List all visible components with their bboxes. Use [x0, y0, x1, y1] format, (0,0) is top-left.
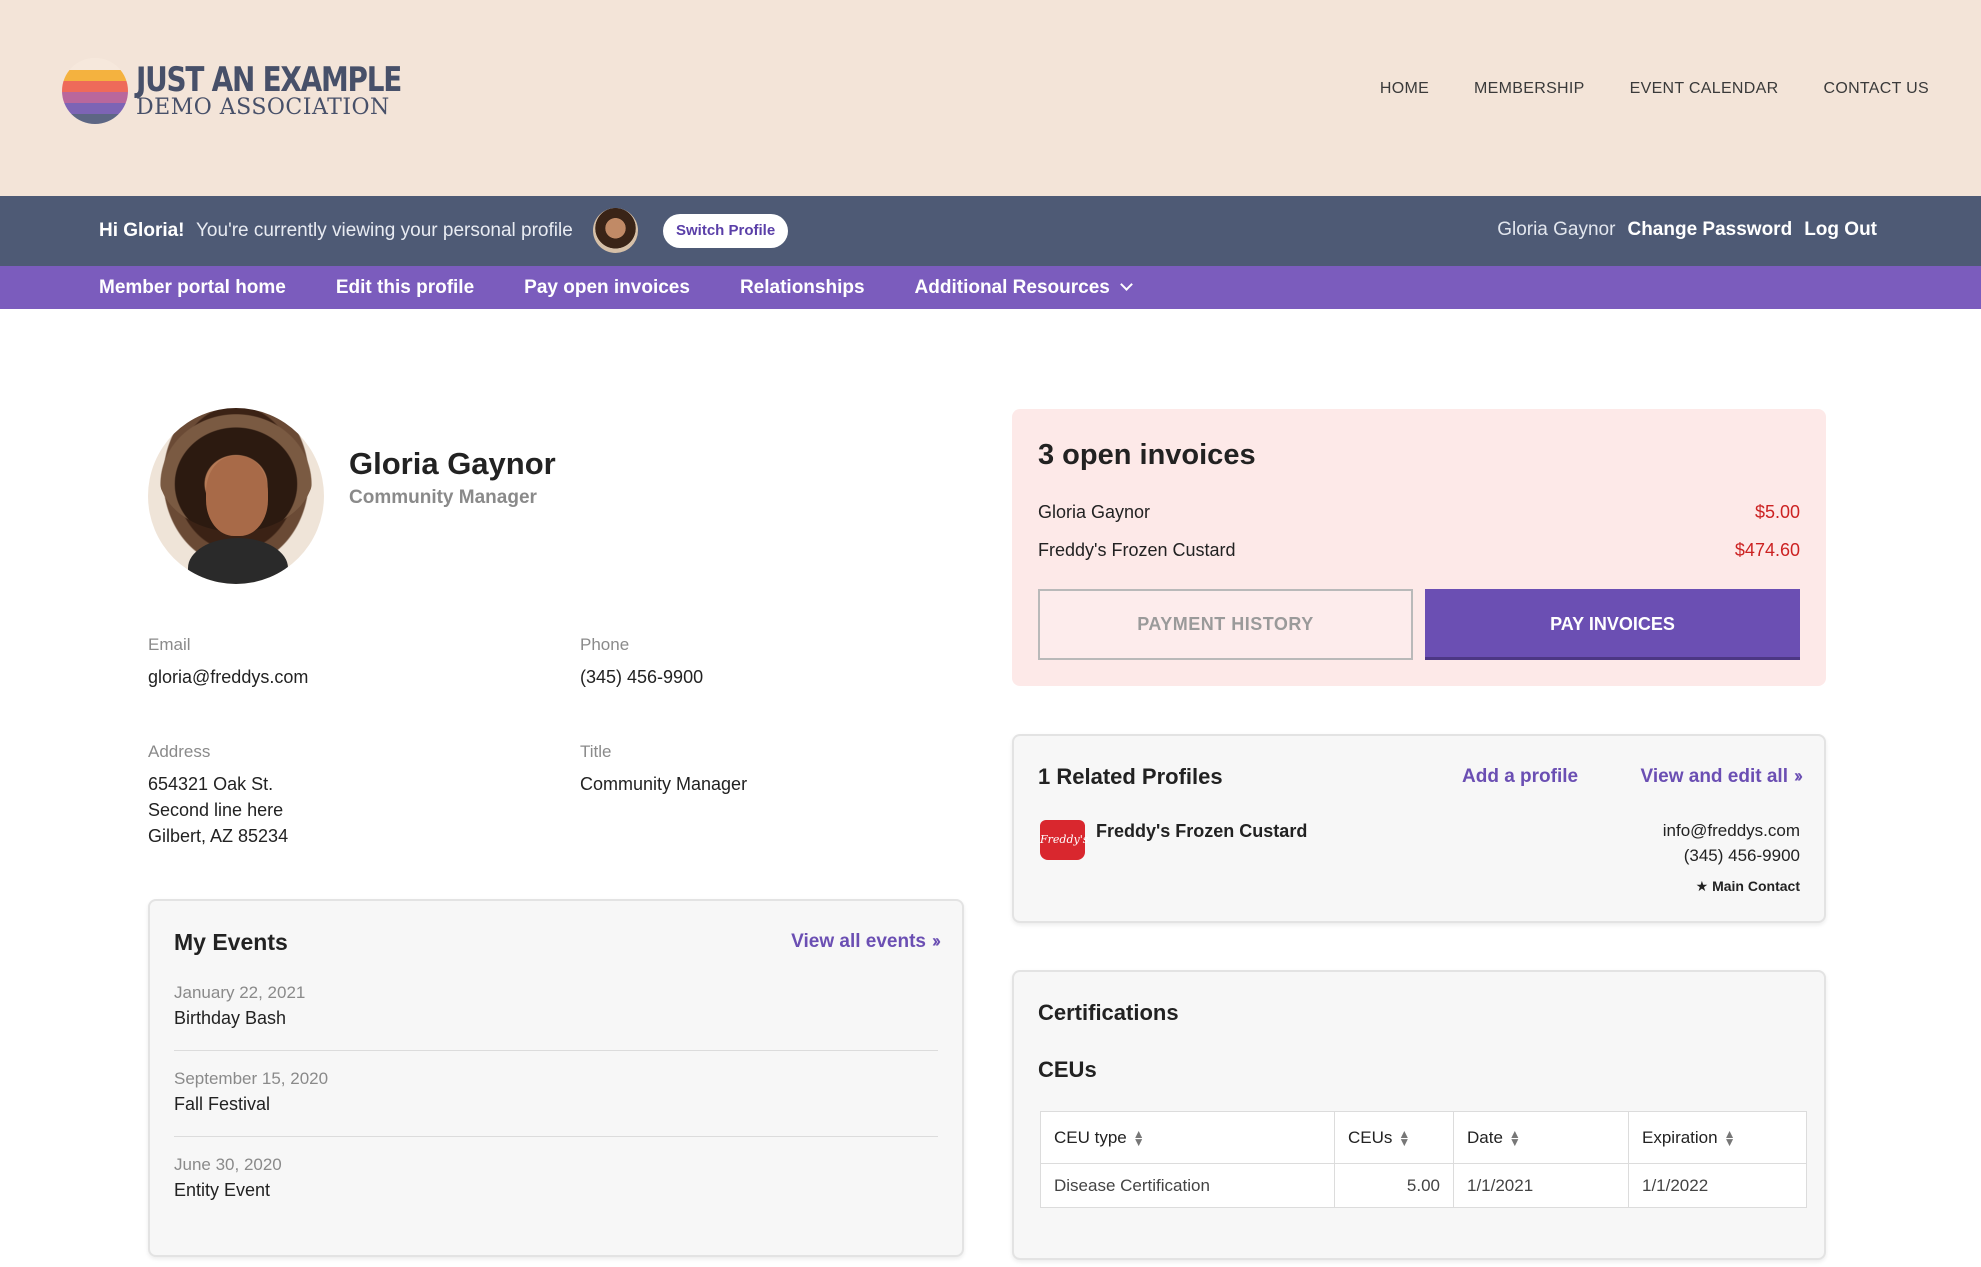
divider — [174, 1050, 938, 1051]
logo-sunset-icon — [62, 58, 128, 124]
member-nav: Member portal home Edit this profile Pay… — [0, 266, 1981, 309]
certifications-card: Certifications CEUs CEU type ▲ ▼ CEUs ▲ ▼ Da… — [1012, 970, 1826, 1260]
site-logo[interactable]: JUST AN EXAMPLE DEMO ASSOCIATION — [62, 58, 459, 124]
invoice-amount: $5.00 — [1754, 502, 1800, 522]
phone-value: (345) 456-9900 — [580, 667, 704, 687]
sort-icon: ▲ ▼ — [1398, 1127, 1411, 1150]
divider — [174, 1136, 938, 1137]
column-label: Expiration — [1642, 1127, 1718, 1147]
column-label: Date — [1467, 1127, 1503, 1147]
column-header-ceus[interactable]: CEUs ▲ ▼ — [1334, 1111, 1454, 1164]
sort-icon: ▲ ▼ — [1508, 1127, 1521, 1150]
invoice-row: Freddy's Frozen Custard $474.60 — [1038, 540, 1800, 561]
email-label: Email — [148, 635, 191, 654]
related-profiles-card: 1 Related Profiles Add a profile View an… — [1012, 734, 1826, 923]
related-org-phone: (345) 456-9900 — [1683, 846, 1800, 865]
event-name[interactable]: Fall Festival — [174, 1094, 270, 1115]
invoice-amount: $474.60 — [1734, 540, 1800, 560]
phone-label: Phone — [580, 635, 630, 654]
invoice-row: Gloria Gaynor $5.00 — [1038, 502, 1800, 523]
view-all-events-label: View all events — [791, 931, 926, 952]
address-line-1: 654321 Oak St. — [148, 774, 274, 794]
ceu-table: CEU type ▲ ▼ CEUs ▲ ▼ Date ▲ ▼ Expiration ▲ ▼ Di… — [1040, 1111, 1807, 1208]
nav-pay-open-invoices[interactable]: Pay open invoices — [524, 277, 690, 299]
column-label: CEUs — [1348, 1127, 1393, 1147]
account-user-name: Gloria Gaynor — [1497, 219, 1616, 240]
pay-invoices-button[interactable]: PAY INVOICES — [1425, 589, 1800, 660]
main-contact-badge: ★ Main Contact — [1695, 878, 1800, 894]
view-all-events-link[interactable]: View all events ›› — [791, 931, 941, 953]
avatar — [593, 208, 638, 253]
event-date: September 15, 2020 — [174, 1069, 329, 1088]
nav-membership[interactable]: MEMBERSHIP — [1474, 80, 1585, 98]
open-invoices-card: 3 open invoices Gloria Gaynor $5.00 Fred… — [1012, 409, 1826, 686]
nav-additional-resources-label: Additional Resources — [914, 276, 1110, 298]
view-edit-all-label: View and edit all — [1640, 766, 1788, 787]
double-chevron-right-icon: ›› — [1794, 766, 1803, 786]
sort-icon: ▲ ▼ — [1723, 1127, 1736, 1150]
double-chevron-right-icon: ›› — [932, 931, 941, 951]
event-date: June 30, 2020 — [174, 1155, 282, 1174]
cell-date: 1/1/2021 — [1453, 1163, 1629, 1208]
site-header: JUST AN EXAMPLE DEMO ASSOCIATION HOME ME… — [0, 0, 1981, 196]
nav-relationships[interactable]: Relationships — [740, 277, 865, 299]
nav-event-calendar[interactable]: EVENT CALENDAR — [1630, 80, 1779, 98]
view-edit-all-link[interactable]: View and edit all ›› — [1640, 766, 1803, 788]
sort-icon: ▲ ▼ — [1132, 1127, 1145, 1150]
address-label: Address — [148, 742, 211, 761]
invoice-name: Gloria Gaynor — [1038, 502, 1151, 522]
payment-history-button[interactable]: PAYMENT HISTORY — [1038, 589, 1413, 660]
column-header-expiration[interactable]: Expiration ▲ ▼ — [1628, 1111, 1807, 1164]
profile-title: Community Manager — [349, 487, 537, 508]
column-header-date[interactable]: Date ▲ ▼ — [1453, 1111, 1629, 1164]
organization-logo: Freddy's — [1040, 820, 1088, 860]
account-bar: Hi Gloria! You're currently viewing your… — [0, 196, 1981, 266]
title-label: Title — [580, 742, 612, 761]
ceus-subheading: CEUs — [1038, 1057, 1097, 1082]
greeting-text: Hi Gloria! — [99, 220, 185, 241]
related-profiles-heading: 1 Related Profiles — [1038, 764, 1223, 789]
email-value: gloria@freddys.com — [148, 667, 309, 687]
cell-ceus: 5.00 — [1334, 1163, 1454, 1208]
logo-subtitle: DEMO ASSOCIATION — [136, 95, 390, 120]
logo-title: JUST AN EXAMPLE — [136, 60, 402, 100]
cell-ceu-type: Disease Certification — [1040, 1163, 1335, 1208]
table-row: Disease Certification 5.00 1/1/2021 1/1/… — [1040, 1163, 1807, 1208]
viewing-profile-text: You're currently viewing your personal p… — [196, 220, 573, 241]
certifications-heading: Certifications — [1038, 1000, 1179, 1025]
events-heading: My Events — [174, 929, 288, 955]
event-name[interactable]: Birthday Bash — [174, 1008, 286, 1029]
nav-additional-resources[interactable]: Additional Resources — [914, 276, 1133, 299]
address-line-3: Gilbert, AZ 85234 — [148, 826, 289, 846]
nav-edit-profile[interactable]: Edit this profile — [336, 277, 474, 299]
profile-photo — [148, 408, 324, 584]
add-profile-link[interactable]: Add a profile — [1462, 766, 1578, 788]
invoice-name: Freddy's Frozen Custard — [1038, 540, 1236, 560]
chevron-down-icon — [1119, 277, 1133, 291]
table-header-row: CEU type ▲ ▼ CEUs ▲ ▼ Date ▲ ▼ Expiration ▲ ▼ — [1040, 1111, 1807, 1164]
related-org-name[interactable]: Freddy's Frozen Custard — [1096, 821, 1307, 842]
event-name[interactable]: Entity Event — [174, 1180, 270, 1201]
switch-profile-button[interactable]: Switch Profile — [663, 214, 789, 248]
related-org-email: info@freddys.com — [1662, 821, 1800, 840]
profile-name: Gloria Gaynor — [349, 446, 556, 481]
logout-link[interactable]: Log Out — [1804, 219, 1877, 241]
column-header-ceu-type[interactable]: CEU type ▲ ▼ — [1040, 1111, 1335, 1164]
invoices-heading: 3 open invoices — [1038, 439, 1256, 471]
events-card: My Events View all events ›› January 22, … — [148, 899, 964, 1257]
nav-home[interactable]: HOME — [1380, 80, 1429, 98]
column-label: CEU type — [1054, 1127, 1127, 1147]
change-password-link[interactable]: Change Password — [1627, 219, 1792, 241]
cell-expiration: 1/1/2022 — [1628, 1163, 1807, 1208]
title-value: Community Manager — [580, 774, 748, 794]
nav-contact-us[interactable]: CONTACT US — [1823, 80, 1929, 98]
nav-member-portal-home[interactable]: Member portal home — [99, 277, 286, 299]
top-nav: HOME MEMBERSHIP EVENT CALENDAR CONTACT U… — [1380, 80, 1929, 98]
event-date: January 22, 2021 — [174, 983, 306, 1002]
address-line-2: Second line here — [148, 800, 284, 820]
